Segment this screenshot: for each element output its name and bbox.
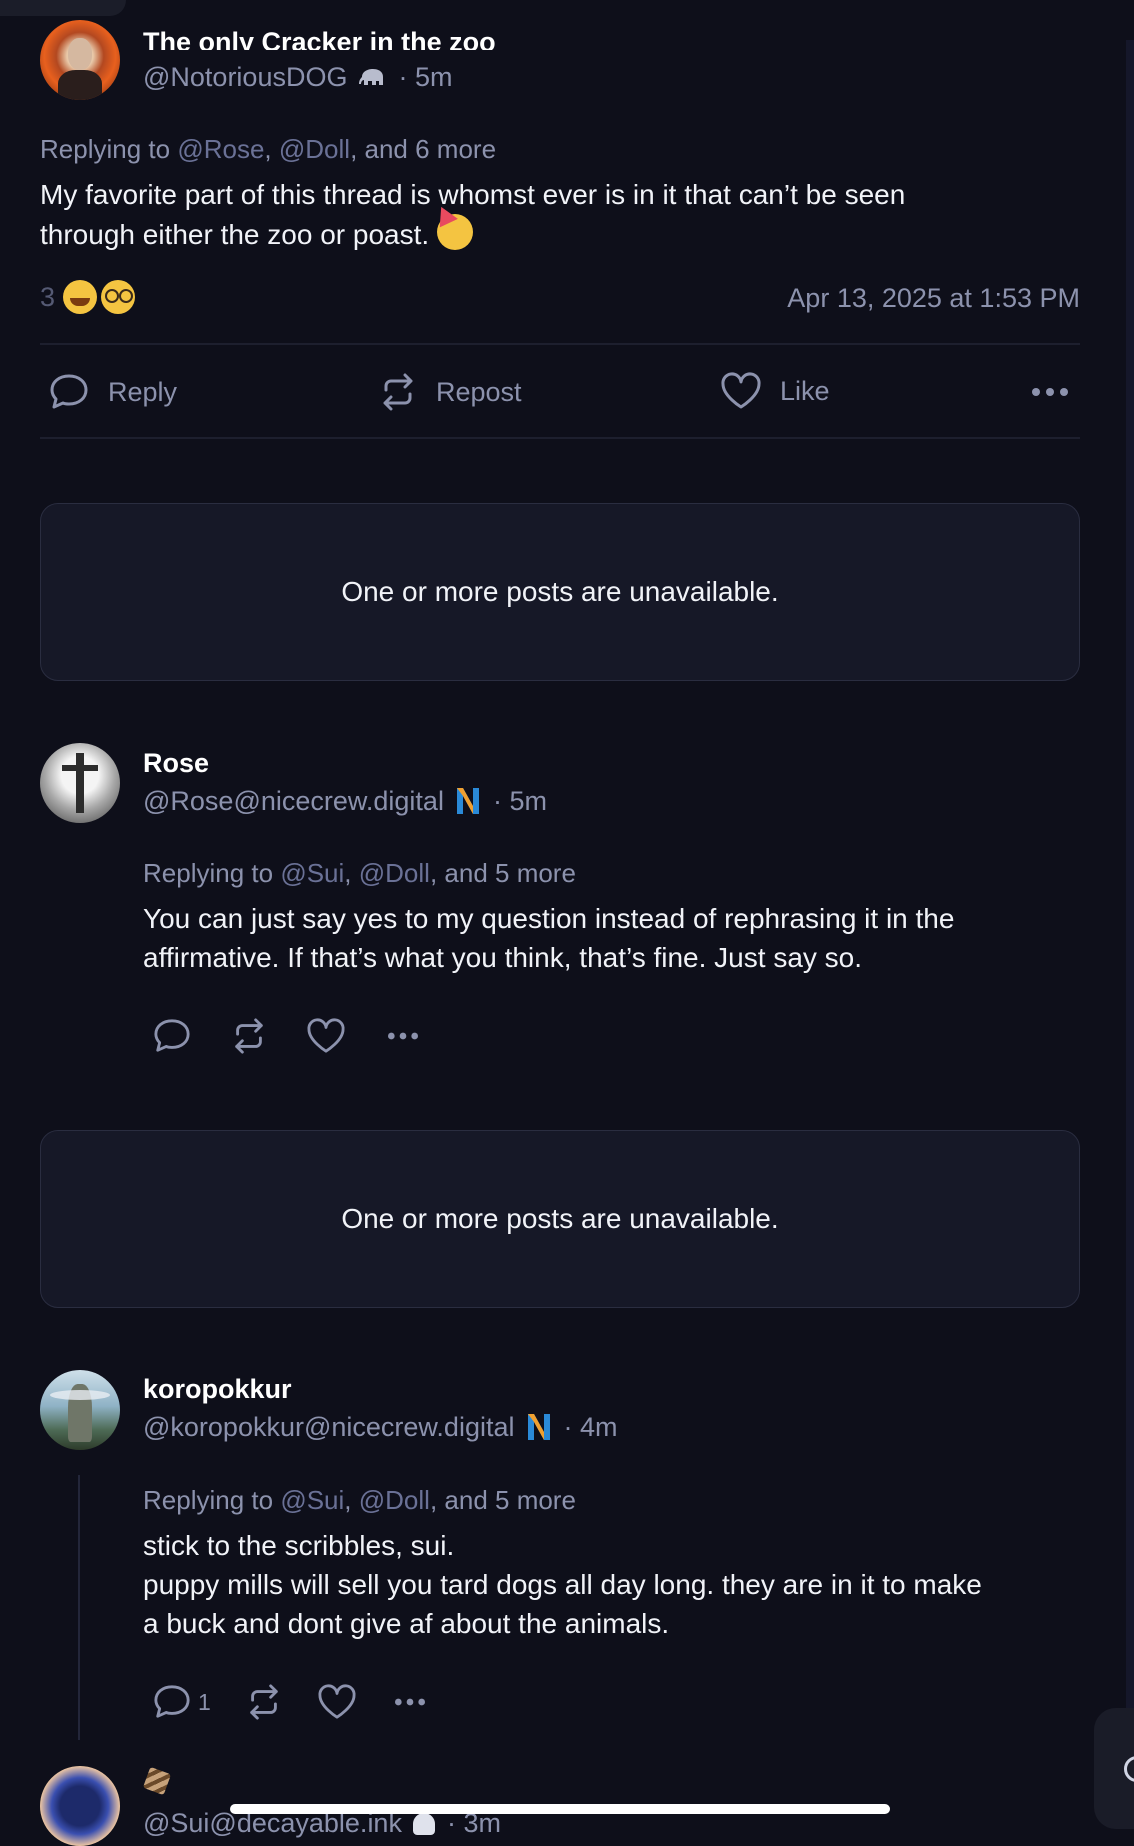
instance-logo-icon [526,1412,552,1442]
compose-icon [1124,1756,1134,1782]
post-actions [152,1017,422,1055]
replying-to: Replying to @Sui, @Doll, and 5 more [143,1485,576,1515]
repost-label: Repost [436,376,522,407]
replying-to: Replying to @Rose, @Doll, and 6 more [40,134,497,164]
repost-icon[interactable] [245,1683,283,1721]
nerd-face-emoji[interactable] [101,280,136,314]
unavailable-posts-card[interactable]: One or more posts are unavailable. [40,1130,1080,1308]
handle[interactable]: @Rose@nicecrew.digital · 5m [143,786,547,817]
laughing-emoji[interactable] [63,280,98,314]
home-indicator[interactable] [230,1804,890,1814]
post-text-line: a buck and dont give af about the animal… [143,1608,670,1639]
reply-label: Reply [108,376,178,407]
post-timestamp[interactable]: Apr 13, 2025 at 1:53 PM [787,283,1080,314]
handle[interactable]: @NotoriousDOG · 5m [143,62,453,93]
more-options-icon[interactable] [1030,380,1070,409]
avatar[interactable] [40,743,120,823]
repost-icon[interactable] [230,1017,268,1055]
mention-link[interactable]: @Sui [280,1485,344,1515]
reactions[interactable]: 3 [40,280,136,314]
more-options-icon[interactable] [391,1692,429,1712]
like-label: Like [780,375,830,406]
elephant-icon [358,65,387,87]
reply-count: 1 [198,1688,211,1715]
handle[interactable]: @koropokkur@nicecrew.digital · 4m [143,1412,618,1443]
display-name[interactable]: The only Cracker in the zoo [143,20,496,50]
repost-button[interactable]: Repost [378,372,522,412]
handle-text[interactable]: @Rose@nicecrew.digital [143,786,444,816]
unavailable-posts-card[interactable]: One or more posts are unavailable. [40,503,1080,681]
mention-link[interactable]: @Rose [177,134,264,164]
heart-icon [720,372,762,410]
display-name-emoji [142,1766,172,1796]
divider [40,343,1080,345]
heart-icon[interactable] [306,1018,346,1054]
reply-button[interactable]: 1 [152,1683,211,1721]
post-text-line: You can just say yes to my question inst… [143,903,955,934]
post-text-line: affirmative. If that’s what you think, t… [143,942,863,973]
post-text-line: through either the zoo or poast. [40,219,430,250]
avatar[interactable] [40,1370,120,1450]
post-time: · 5m [398,62,453,92]
avatar[interactable] [40,20,120,100]
top-overlay [0,0,126,16]
replying-prefix: Replying to [40,134,171,164]
reply-button[interactable]: Reply [48,372,177,412]
post-text: My favorite part of this thread is whoms… [40,175,1080,254]
repost-icon [378,372,418,412]
reply-icon[interactable] [152,1017,192,1055]
display-name[interactable]: Rose [143,748,209,779]
avatar[interactable] [40,1766,120,1846]
reply-more[interactable]: , and 5 more [430,1485,576,1515]
reply-icon [48,372,90,412]
party-face-emoji [432,202,473,250]
instance-logo-icon [455,786,481,816]
reply-icon [152,1683,192,1721]
post-text: You can just say yes to my question inst… [143,899,1083,977]
replying-prefix: Replying to [143,858,274,888]
post-actions: 1 [152,1683,429,1721]
mention-link[interactable]: @Doll [279,134,350,164]
heart-icon[interactable] [317,1684,357,1720]
mention-link[interactable]: @Doll [359,858,430,888]
post-time: · 4m [563,1412,618,1442]
handle-text[interactable]: @koropokkur@nicecrew.digital [143,1412,514,1442]
scrollbar-track[interactable] [1126,40,1134,1780]
mention-link[interactable]: @Doll [359,1485,430,1515]
replying-prefix: Replying to [143,1485,274,1515]
divider [40,437,1080,439]
post-time: · 5m [492,786,547,816]
post-text-line: puppy mills will sell you tard dogs all … [143,1569,982,1600]
post-text-line: My favorite part of this thread is whoms… [40,179,906,210]
reply-more[interactable]: , and 5 more [430,858,576,888]
reply-more[interactable]: , and 6 more [350,134,496,164]
replying-to: Replying to @Sui, @Doll, and 5 more [143,858,576,888]
post-text: stick to the scribbles, sui. puppy mills… [143,1526,1093,1643]
ghost-icon [413,1813,436,1835]
mention-link[interactable]: @Sui [280,858,344,888]
handle-text[interactable]: @NotoriousDOG [143,62,347,92]
unavailable-text: One or more posts are unavailable. [341,576,779,607]
thread-line [78,1475,80,1740]
display-name[interactable]: koropokkur [143,1374,292,1405]
reaction-count: 3 [40,281,56,312]
like-button[interactable]: Like [720,372,830,410]
floating-compose-button[interactable] [1094,1708,1134,1829]
unavailable-text: One or more posts are unavailable. [341,1203,779,1234]
more-options-icon[interactable] [384,1026,422,1046]
post-text-line: stick to the scribbles, sui. [143,1530,455,1561]
